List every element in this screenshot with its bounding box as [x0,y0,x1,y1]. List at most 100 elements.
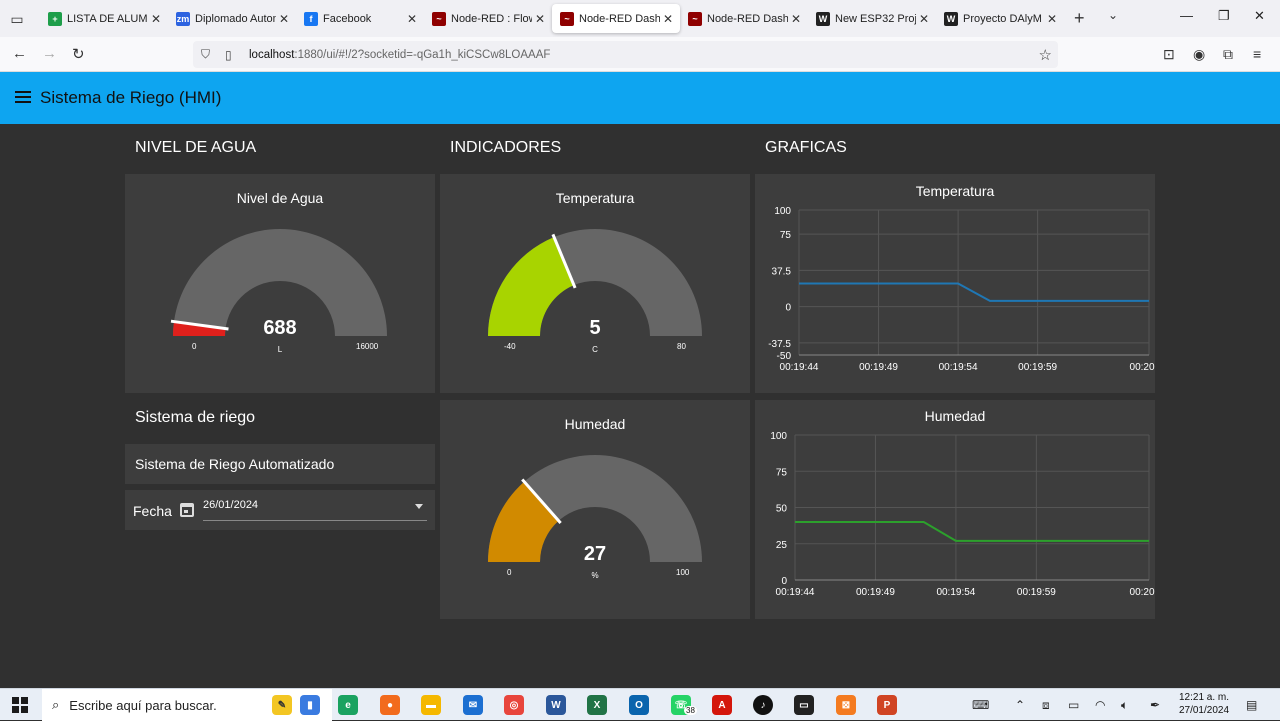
url-path: :1880/ui/#!/2?socketid=-qGa1h_kiCSCw8LOA… [294,48,551,61]
edge-icon[interactable]: e [338,695,358,715]
gauge-unit: % [591,571,599,580]
pdf-reader-icon[interactable]: A [712,695,732,715]
browser-tab[interactable]: zm Diplomado Automatización✕ [168,4,296,33]
powerpoint-icon[interactable]: P [877,695,897,715]
system-text-label: Sistema de Riego Automatizado [135,456,335,472]
url-bar[interactable]: ⛉ ▯ localhost:1880/ui/#!/2?socketid=-qGa… [193,41,1058,68]
clock-date: 27/01/2024 [1178,705,1230,716]
wifi-icon[interactable]: ◠ [1095,698,1105,712]
gauge-unit: C [592,345,598,354]
minimize-button[interactable]: — [1180,8,1193,23]
y-tick-label: 100 [770,431,787,442]
menu-icon[interactable]: ≡ [1253,46,1261,62]
system-text: Sistema de Riego Automatizado [125,444,435,484]
group-title-nivel: NIVEL DE AGUA [135,139,257,156]
url-host: localhost [249,48,295,61]
group-title-graficas: GRAFICAS [765,139,847,156]
search-icon: ⌕ [52,697,60,712]
x-tick-label: 00:19:54 [936,587,975,598]
browser-tab[interactable]: ~ Node-RED : Flow 1✕ [424,4,552,33]
volume-icon[interactable]: 🔈︎ [1121,698,1128,713]
account-icon[interactable]: ◉ [1193,46,1205,63]
back-button[interactable]: ← [12,45,27,62]
y-tick-label: 75 [780,230,792,241]
taskbar-clock[interactable]: 12:21 a. m. 27/01/2024 [1172,691,1236,717]
gauge-title: Humedad [564,416,626,432]
excel-icon[interactable]: X [587,695,607,715]
reload-button[interactable]: ↻ [72,45,85,63]
tab-list-icon[interactable]: ▭ [6,8,28,30]
outlook-icon[interactable]: O [629,695,649,715]
tab-title: LISTA DE ALUMNOS [67,12,148,25]
bottle-app-icon[interactable]: ▮ [300,695,320,715]
date-value: 26/01/2024 [203,499,259,511]
gauge-max: 100 [676,568,690,577]
browser-nav-bar: ← → ↻ ⛉ ▯ localhost:1880/ui/#!/2?socketi… [0,37,1280,72]
browser-tab-bar: ▭ +LISTA DE ALUMNOS✕zmDiplomado Automati… [0,0,1280,37]
word-icon[interactable]: W [546,695,566,715]
browser-tab[interactable]: ~ Node-RED Dashboard✕ [552,4,680,33]
x-tick-label: 00:20:06 [1130,362,1155,373]
browser-tab[interactable]: f Facebook ✕ [296,4,424,33]
x-tick-label: 00:19:59 [1017,587,1056,598]
tab-favicon-icon: ~ [432,11,446,26]
y-tick-label: 75 [776,467,788,478]
close-tab-icon[interactable]: ✕ [276,12,292,26]
notes-app-icon[interactable]: ✎ [272,695,292,715]
tab-title: Node-RED Dashboard [579,12,660,25]
pocket-icon[interactable]: ⊡ [1163,46,1175,63]
date-input[interactable]: 26/01/2024 [203,499,427,521]
browser-tab[interactable]: W Proyecto DAlyM ✕ [936,4,1064,33]
browser-tab[interactable]: W New ESP32 Project✕ [808,4,936,33]
gauge-value: 5 [589,317,601,339]
tiktok-icon[interactable]: ♪ [753,695,773,715]
device-icon[interactable]: ⧈ [1042,698,1050,713]
close-tab-icon[interactable]: ✕ [788,12,804,26]
firefox-icon[interactable]: ● [380,695,400,715]
pen-icon[interactable]: ✒ [1150,698,1160,712]
close-window-button[interactable]: ✕ [1254,8,1265,24]
tab-title: Node-RED : Flow 1 [451,12,532,25]
gauge-card-temperatura: Temperatura 5 C -40 80 [440,174,750,393]
close-tab-icon[interactable]: ✕ [148,12,164,26]
chevron-down-icon[interactable]: ⌄ [1108,8,1118,22]
extensions-icon[interactable]: ⧉ [1223,46,1233,63]
restore-button[interactable]: ❐ [1218,8,1230,24]
forward-button[interactable]: → [42,45,57,62]
tab-title: Facebook [323,12,372,25]
xampp-icon[interactable]: ⊠ [836,695,856,715]
close-tab-icon[interactable]: ✕ [1044,12,1060,26]
new-tab-button[interactable]: + [1074,8,1085,29]
windows-start-icon[interactable] [12,697,28,713]
keyboard-icon[interactable]: ⌨ [972,698,989,712]
dropdown-caret-icon[interactable] [415,504,423,509]
close-tab-icon[interactable]: ✕ [532,12,548,26]
shield-icon[interactable]: ⛉ [201,47,215,62]
chrome-icon[interactable]: ◎ [504,695,524,715]
bookmark-star-icon[interactable]: ☆ [1039,46,1052,64]
app-header: Sistema de Riego (HMI) [0,72,1280,124]
gauge-min: 0 [507,568,512,577]
browser-tab[interactable]: ~ Node-RED Dashboard✕ [680,4,808,33]
notifications-icon[interactable]: ▤ [1246,698,1257,712]
gauge-max: 80 [677,342,686,351]
chevron-up-icon[interactable]: ⌃ [1015,698,1025,712]
y-tick-label: 37.5 [772,266,792,277]
page-info-icon[interactable]: ▯ [225,48,239,62]
close-tab-icon[interactable]: ✕ [916,12,932,26]
hamburger-menu-icon[interactable] [15,91,31,103]
gauge-min: -40 [504,342,516,351]
file-explorer-icon[interactable]: ▬ [421,695,441,715]
tab-title: Proyecto DAlyM [963,12,1042,25]
gauge-card-nivel: Nivel de Agua 688 L 0 16000 [125,174,435,393]
close-tab-icon[interactable]: ✕ [660,12,676,26]
battery-icon[interactable]: ▭ [1068,698,1079,712]
close-tab-icon[interactable]: ✕ [404,12,420,26]
temperature-line-chart: 00:19:44 00:19:49 00:19:54 00:19:59 00:20:06… [768,206,1155,373]
y-tick-label: -50 [777,351,792,362]
gauge-value: 688 [263,317,297,339]
browser-tab[interactable]: + LISTA DE ALUMNOS✕ [40,4,168,33]
terminal-icon[interactable]: ▭ [794,695,814,715]
mail-icon[interactable]: ✉ [463,695,483,715]
calendar-icon[interactable] [180,503,194,517]
